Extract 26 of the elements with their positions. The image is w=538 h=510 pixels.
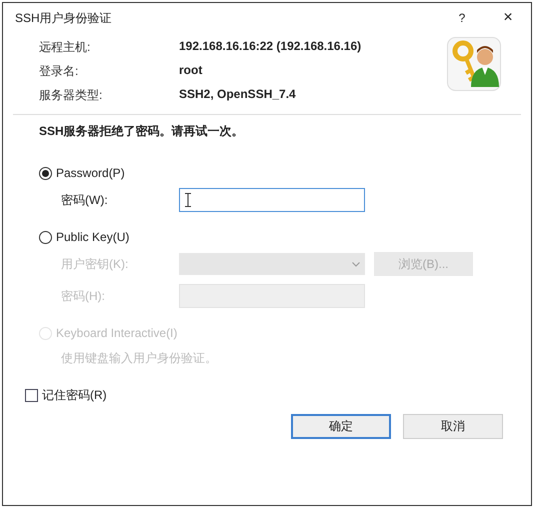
- text-cursor-icon: [185, 193, 191, 207]
- radio-button[interactable]: [39, 166, 52, 180]
- error-message: SSH服务器拒绝了密码。请再试一次。: [38, 123, 245, 140]
- field-value: SSH2, OpenSSH_7.4: [179, 87, 296, 103]
- method-description: 使用键盘输入用户身份验证。: [60, 350, 218, 367]
- field-value: 192.168.16.16:22 (192.168.16.16): [179, 39, 362, 55]
- password-field[interactable]: [179, 188, 365, 212]
- cancel-button[interactable]: 取消: [403, 414, 503, 439]
- radio-label[interactable]: Password(P): [56, 166, 125, 180]
- key-user-icon: [447, 37, 501, 91]
- help-button[interactable]: ?: [439, 3, 485, 33]
- checkbox-label[interactable]: 记住密码(R): [42, 387, 107, 404]
- close-button[interactable]: ×: [485, 3, 531, 33]
- field-label: 用户密钥(K):: [60, 256, 130, 272]
- field-label: 远程主机:: [39, 39, 92, 56]
- field-value: root: [179, 63, 202, 79]
- field-label: 登录名:: [39, 63, 80, 80]
- ok-button[interactable]: 确定: [291, 414, 391, 439]
- field-label: 密码(W):: [60, 192, 109, 208]
- radio-label[interactable]: Public Key(U): [56, 230, 130, 244]
- chevron-down-icon: [352, 262, 360, 266]
- radio-button[interactable]: [39, 230, 52, 244]
- field-label: 服务器类型:: [39, 87, 104, 104]
- window-title: SSH用户身份验证: [15, 10, 113, 26]
- checkbox[interactable]: [25, 389, 38, 402]
- field-label: 密码(H):: [60, 288, 106, 304]
